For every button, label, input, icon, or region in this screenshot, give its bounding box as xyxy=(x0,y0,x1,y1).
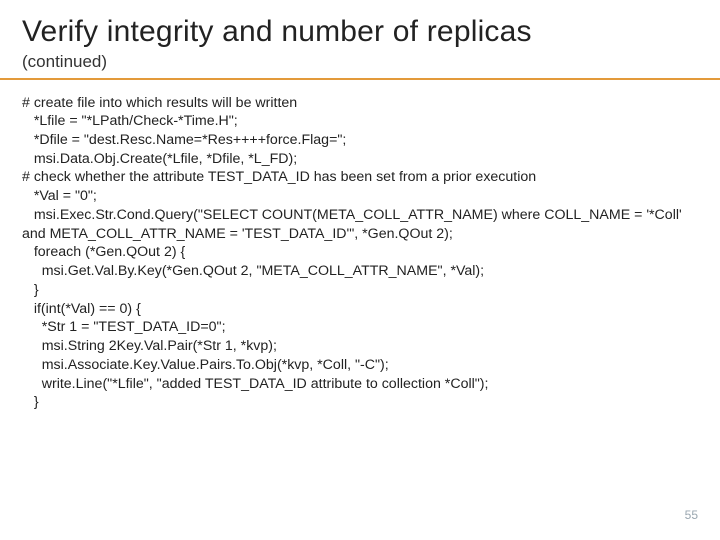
slide: Verify integrity and number of replicas … xyxy=(0,0,720,540)
divider xyxy=(0,78,720,80)
page-number: 55 xyxy=(685,508,698,522)
subtitle: (continued) xyxy=(22,52,698,72)
page-title: Verify integrity and number of replicas xyxy=(22,16,698,48)
code-block: # create file into which results will be… xyxy=(22,94,698,412)
